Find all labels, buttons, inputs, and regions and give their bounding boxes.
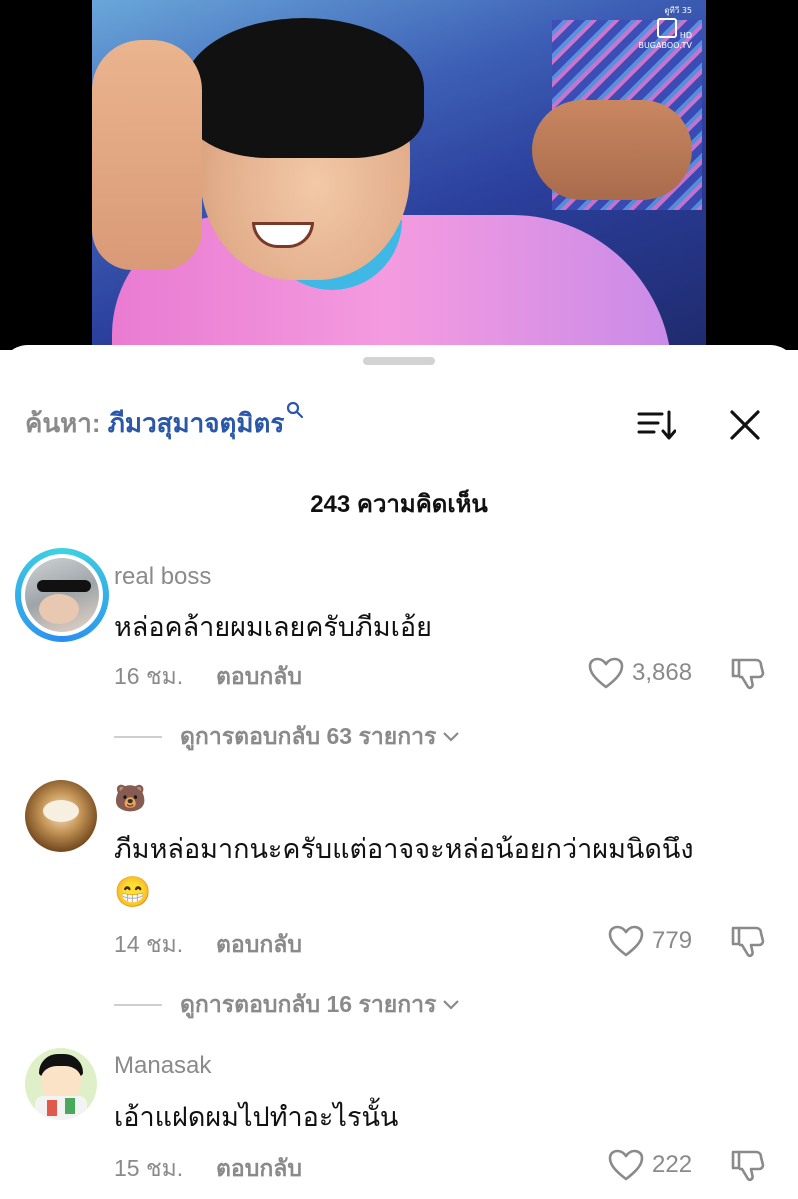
video-player[interactable]: ดูทีวี 35 HD BUGABOO.TV [0,0,798,350]
comment-text: ภีมหล่อมากนะครับแต่อาจจะหล่อน้อยกว่าผมนิ… [114,827,774,915]
video-frame: ดูทีวี 35 HD BUGABOO.TV [92,0,706,350]
view-replies-label: ดูการตอบกลับ 16 รายการ [180,991,437,1017]
channel-label: ดูทีวี 35 [664,6,692,15]
chevron-down-icon [443,1000,460,1010]
comment-text: เอ้าแฝดผมไปทำอะไรนั้น [114,1102,399,1132]
drag-handle[interactable] [363,357,435,365]
brand-label: BUGABOO.TV [638,41,692,50]
close-icon[interactable] [728,408,762,442]
divider-line [114,736,162,738]
search-term-link[interactable]: ภีมวสุมาจตุมิตร [108,408,285,438]
avatar[interactable] [15,548,109,642]
dislike-icon[interactable] [730,1147,766,1183]
channel-logo-icon [657,18,678,38]
comments-count: 243 ความคิดเห็น [310,491,488,518]
hd-label: HD [679,31,692,40]
search-icon [287,401,304,419]
like-count: 222 [652,1151,693,1178]
search-prefix: ค้นหา: [25,408,101,438]
reply-button[interactable]: ตอบกลับ [216,659,302,695]
comment-text-body: ภีมหล่อมากนะครับแต่อาจจะหล่อน้อยกว่าผมนิ… [114,834,694,864]
grin-emoji: 😁 [114,876,152,909]
avatar[interactable] [25,780,97,852]
comment-username[interactable]: Manasak [114,1052,211,1080]
divider-line [114,1004,162,1006]
view-replies-button[interactable]: ดูการตอบกลับ 63 รายการ [114,719,460,755]
like-count: 3,868 [632,659,693,686]
view-replies-label: ดูการตอบกลับ 63 รายการ [180,723,437,749]
reply-button[interactable]: ตอบกลับ [216,1151,302,1187]
comment-time: 15 ชม. [114,1155,184,1181]
avatar[interactable] [25,1048,97,1120]
comment-time: 16 ชม. [114,663,184,689]
heart-icon[interactable] [588,657,624,689]
comment-username[interactable]: real boss [114,563,211,591]
video-hair [184,18,424,158]
chevron-down-icon [443,732,460,742]
heart-icon[interactable] [608,1149,644,1181]
dislike-icon[interactable] [730,923,766,959]
video-hand [532,100,692,200]
comment-username[interactable]: 🐻 [114,783,146,814]
comments-sheet: ค้นหา: ภีมวสุมาจตุมิตร 243 ความคิดเห็น r… [0,345,798,1199]
comment-time: 14 ชม. [114,931,184,957]
reply-button[interactable]: ตอบกลับ [216,927,302,963]
video-waving-hand [92,40,202,270]
search-bar[interactable]: ค้นหา: ภีมวสุมาจตุมิตร [25,401,304,441]
sort-icon[interactable] [636,408,676,442]
video-watermark: ดูทีวี 35 HD BUGABOO.TV [602,6,692,50]
dislike-icon[interactable] [730,655,766,691]
heart-icon[interactable] [608,925,644,957]
like-count: 779 [652,927,693,954]
comment-text: หล่อคล้ายผมเลยครับภีมเอ้ย [114,612,432,642]
view-replies-button[interactable]: ดูการตอบกลับ 16 รายการ [114,987,460,1023]
